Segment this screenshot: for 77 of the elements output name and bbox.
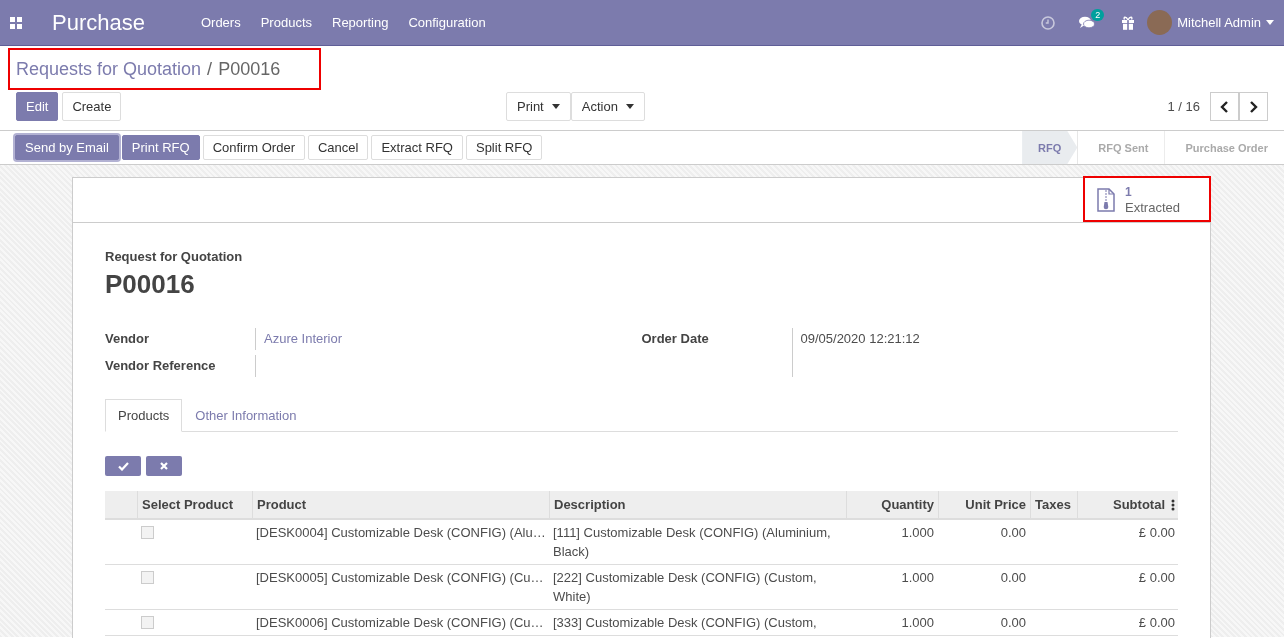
table-cell-text: [DESK0006] Customizable Desk (CONFIG) (Cu… bbox=[255, 614, 545, 632]
gift-icon[interactable] bbox=[1121, 15, 1136, 30]
table-cell-text: £ 0.00 bbox=[1137, 569, 1176, 587]
breadcrumb-link[interactable]: Requests for Quotation bbox=[16, 58, 202, 80]
toolbar-button[interactable]: Cancel bbox=[308, 135, 369, 160]
table-row[interactable]: [DESK0004] Customizable Desk (CONFIG) (Alu… [111] Customizable Desk (CONFIG) (Aluminium, Black) 1.000 0.00 £ 0.00 bbox=[105, 520, 1178, 565]
create-button[interactable]: Create bbox=[62, 92, 122, 121]
toolbar-button[interactable]: Split RFQ bbox=[465, 135, 543, 160]
table-cell-text: [111] Customizable Desk (CONFIG) (Aluminium, Black) bbox=[552, 524, 832, 561]
checkbox[interactable] bbox=[141, 526, 154, 539]
table-cell-text: 0.00 bbox=[999, 524, 1027, 542]
caret-icon bbox=[551, 104, 560, 109]
chevron-left-icon bbox=[1220, 100, 1229, 113]
table-cell-text: [DESK0004] Customizable Desk (CONFIG) (Alu… bbox=[255, 524, 547, 542]
table-cell-text: [222] Customizable Desk (CONFIG) (Custom, White) bbox=[552, 569, 818, 606]
user-menu[interactable]: Mitchell Admin bbox=[1147, 10, 1278, 35]
column-header[interactable]: Select Product bbox=[137, 491, 252, 518]
breadcrumb-current: P00016 bbox=[218, 58, 281, 80]
edit-button[interactable]: Edit bbox=[16, 92, 59, 121]
pager-counter: 1 / 16 bbox=[1167, 99, 1200, 114]
toolbar-button[interactable]: Print RFQ bbox=[121, 135, 200, 160]
table-row[interactable]: [DESK0006] Customizable Desk (CONFIG) (Cu… [333] Customizable Desk (CONFIG) (Custom, 1.000 0.00 £ 0.00 bbox=[105, 610, 1178, 636]
check-icon bbox=[117, 461, 129, 471]
field-label: Vendor bbox=[105, 330, 151, 348]
checkbox[interactable] bbox=[141, 616, 154, 629]
app-title[interactable]: Purchase bbox=[52, 9, 145, 36]
field-value[interactable]: Azure Interior bbox=[255, 328, 642, 350]
table-cell-text: 1.000 bbox=[900, 524, 935, 542]
table-cell-text: [DESK0005] Customizable Desk (CONFIG) (Cu… bbox=[255, 569, 545, 587]
form-subtitle: Request for Quotation bbox=[105, 249, 244, 264]
column-header[interactable]: Product bbox=[252, 491, 549, 518]
more-options-icon[interactable] bbox=[1171, 498, 1175, 511]
field-label: Vendor Reference bbox=[105, 357, 217, 375]
next-button[interactable] bbox=[1239, 92, 1268, 121]
menu-item[interactable]: Products bbox=[250, 15, 322, 30]
dropdown-button[interactable]: Action bbox=[570, 92, 645, 121]
menu-item[interactable]: Orders bbox=[190, 15, 251, 30]
field-value: 09/05/2020 12:21:12 bbox=[791, 328, 1178, 377]
toolbar-button[interactable]: Confirm Order bbox=[202, 135, 305, 160]
tab[interactable]: Products bbox=[105, 399, 183, 432]
checkbox[interactable] bbox=[141, 571, 154, 584]
column-header[interactable]: Description bbox=[549, 491, 846, 518]
caret-icon bbox=[1266, 20, 1274, 25]
toolbar-button[interactable]: Extract RFQ bbox=[371, 135, 463, 160]
extracted-smart-button[interactable]: 1 Extracted bbox=[1083, 178, 1210, 222]
table-row[interactable]: [DESK0005] Customizable Desk (CONFIG) (Cu… [222] Customizable Desk (CONFIG) (Custom, White) 1.000 0.00 £ 0.00 bbox=[105, 565, 1178, 610]
table-cell-text: 1.000 bbox=[900, 569, 935, 587]
table-cell-text: £ 0.00 bbox=[1137, 524, 1176, 542]
table-cell-text: £ 0.00 bbox=[1137, 614, 1176, 632]
column-header[interactable]: Quantity bbox=[846, 491, 938, 518]
column-header[interactable]: Subtotal bbox=[1113, 497, 1165, 512]
table-cell-text: 0.00 bbox=[999, 614, 1027, 632]
table-cell-text: 0.00 bbox=[999, 569, 1027, 587]
table-cell-text: 1.000 bbox=[900, 614, 935, 632]
previous-button[interactable] bbox=[1210, 92, 1239, 121]
tab[interactable]: Other Information bbox=[182, 399, 310, 432]
close-icon bbox=[160, 462, 168, 470]
caret-icon bbox=[625, 104, 634, 109]
discard-button[interactable] bbox=[146, 456, 182, 476]
menu-item[interactable]: Reporting bbox=[322, 15, 399, 30]
avatar bbox=[1147, 10, 1173, 35]
table-cell-text: [333] Customizable Desk (CONFIG) (Custom, bbox=[552, 614, 818, 632]
chevron-right-icon bbox=[1249, 100, 1258, 113]
record-name: P00016 bbox=[105, 269, 196, 300]
zip-file-icon bbox=[1097, 188, 1116, 212]
apps-grid-icon[interactable] bbox=[10, 16, 22, 29]
toolbar-button[interactable]: Send by Email bbox=[15, 135, 119, 160]
field-label: Order Date bbox=[641, 330, 710, 348]
confirm-button[interactable] bbox=[105, 456, 141, 476]
dropdown-button[interactable]: Print bbox=[506, 92, 571, 121]
column-header[interactable]: Taxes bbox=[1030, 491, 1077, 518]
message-count-badge: 2 bbox=[1091, 9, 1105, 21]
chat-icon[interactable] bbox=[1079, 16, 1096, 29]
column-header[interactable]: Unit Price bbox=[938, 491, 1030, 518]
clock-icon[interactable] bbox=[1041, 15, 1056, 30]
breadcrumb-separator: / bbox=[207, 58, 213, 80]
menu-item[interactable]: Configuration bbox=[398, 15, 496, 30]
